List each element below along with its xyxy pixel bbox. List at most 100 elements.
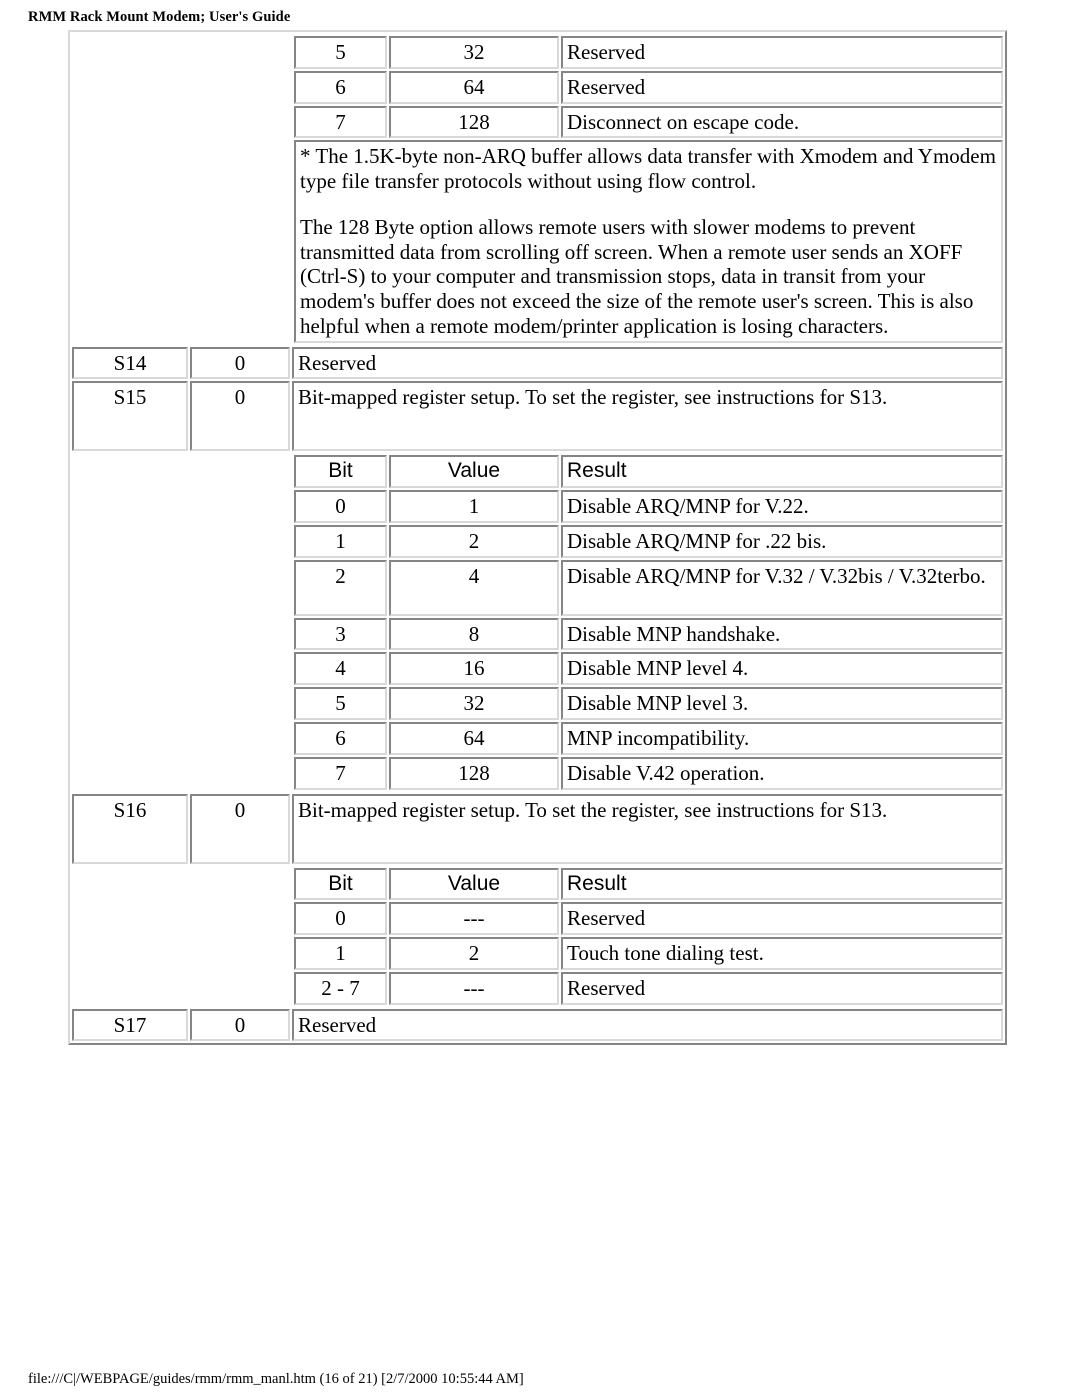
table-row: 1 2 Disable ARQ/MNP for .22 bis. xyxy=(294,524,1003,558)
spacer-cell xyxy=(72,866,188,1007)
bit-number: 7 xyxy=(294,105,387,139)
table-row: 7 128 Disconnect on escape code. xyxy=(294,105,1003,139)
column-header-result: Result xyxy=(561,455,1003,489)
table-row: * The 1.5K-byte non-ARQ buffer allows da… xyxy=(294,140,1003,343)
bit-result: Reserved xyxy=(561,36,1003,69)
bit-value: 32 xyxy=(389,687,559,721)
table-row: 6 64 Reserved xyxy=(294,70,1003,104)
table-row-s17: S17 0 Reserved xyxy=(72,1008,1003,1042)
bit-value: 32 xyxy=(389,36,559,69)
table-row: 1 2 Touch tone dialing test. xyxy=(294,937,1003,970)
bit-value: 4 xyxy=(389,559,559,616)
bit-value: --- xyxy=(389,902,559,936)
bit-result: Reserved xyxy=(561,971,1003,1005)
bit-result: Disable MNP level 3. xyxy=(561,687,1003,721)
register-table-container: 5 32 Reserved 6 64 Reserved 7 128 Discon… xyxy=(68,30,1007,1046)
column-header-result: Result xyxy=(561,867,1003,901)
spacer-cell xyxy=(190,34,290,345)
bit-value: 16 xyxy=(389,652,559,686)
bit-result: Disable ARQ/MNP for .22 bis. xyxy=(561,524,1003,558)
bit-result: Reserved xyxy=(561,902,1003,936)
page-running-header: RMM Rack Mount Modem; User's Guide xyxy=(28,9,291,25)
spacer-cell xyxy=(72,453,188,791)
table-row-s16: S16 0 Bit-mapped register setup. To set … xyxy=(72,793,1003,864)
bit-number: 2 - 7 xyxy=(294,971,387,1005)
s16-bit-table: Bit Value Result 0 --- Reserved 1 2 Touc… xyxy=(292,865,1005,1007)
s16-bit-table-holder: Bit Value Result 0 --- Reserved 1 2 Touc… xyxy=(292,865,1005,1007)
bit-number: 2 xyxy=(294,559,387,616)
table-row-s14: S14 0 Reserved xyxy=(72,346,1003,380)
bit-result: MNP incompatibility. xyxy=(561,722,1003,755)
s13-tail-holder: 5 32 Reserved 6 64 Reserved 7 128 Discon… xyxy=(292,34,1005,345)
bit-result: Disable ARQ/MNP for V.32 / V.32bis / V.3… xyxy=(561,559,1003,616)
column-header-value: Value xyxy=(389,455,559,489)
bit-value: 2 xyxy=(389,524,559,558)
bit-value: 1 xyxy=(389,490,559,523)
column-header-bit: Bit xyxy=(294,867,387,901)
bit-number: 5 xyxy=(294,36,387,69)
register-default-s16: 0 xyxy=(190,793,290,864)
register-name-s17: S17 xyxy=(72,1008,188,1042)
bit-value: 2 xyxy=(389,937,559,970)
register-description-s17: Reserved xyxy=(292,1008,1003,1042)
table-row: 2 4 Disable ARQ/MNP for V.32 / V.32bis /… xyxy=(294,559,1003,616)
table-row: 6 64 MNP incompatibility. xyxy=(294,722,1003,755)
spacer-cell xyxy=(190,453,290,791)
table-row: 7 128 Disable V.42 operation. xyxy=(294,756,1003,790)
table-row: 0 1 Disable ARQ/MNP for V.22. xyxy=(294,490,1003,523)
bit-number: 7 xyxy=(294,756,387,790)
bit-result: Disable MNP handshake. xyxy=(561,617,1003,651)
bit-value: --- xyxy=(389,971,559,1005)
s13-tail-bit-table: 5 32 Reserved 6 64 Reserved 7 128 Discon… xyxy=(292,34,1005,345)
register-name-s14: S14 xyxy=(72,346,188,380)
table-row: 2 - 7 --- Reserved xyxy=(294,971,1003,1005)
footnote-paragraph-1: * The 1.5K-byte non-ARQ buffer allows da… xyxy=(300,144,996,194)
column-header-bit: Bit xyxy=(294,455,387,489)
table-row: 5 32 Reserved xyxy=(294,36,1003,69)
s-register-table: 5 32 Reserved 6 64 Reserved 7 128 Discon… xyxy=(68,30,1007,1046)
table-row: 5 32 Disable MNP level 3. xyxy=(294,687,1003,721)
register-default-s14: 0 xyxy=(190,346,290,380)
s-register-table-body: 5 32 Reserved 6 64 Reserved 7 128 Discon… xyxy=(72,34,1005,1042)
table-row: 3 8 Disable MNP handshake. xyxy=(294,617,1003,651)
bit-value: 128 xyxy=(389,105,559,139)
table-row-s15: S15 0 Bit-mapped register setup. To set … xyxy=(72,381,1003,452)
register-description-s14: Reserved xyxy=(292,346,1003,380)
bit-number: 6 xyxy=(294,70,387,104)
bit-result: Disable V.42 operation. xyxy=(561,756,1003,790)
bit-result: Disable MNP level 4. xyxy=(561,652,1003,686)
table-row: 4 16 Disable MNP level 4. xyxy=(294,652,1003,686)
footnote-paragraph-2: The 128 Byte option allows remote users … xyxy=(300,214,974,338)
column-header-value: Value xyxy=(389,867,559,901)
bit-result: Disconnect on escape code. xyxy=(561,105,1003,139)
bit-number: 6 xyxy=(294,722,387,755)
register-default-s15: 0 xyxy=(190,381,290,452)
bit-value: 128 xyxy=(389,756,559,790)
s15-bit-table-holder: Bit Value Result 0 1 Disable ARQ/MNP for… xyxy=(292,453,1005,792)
spacer-cell xyxy=(190,866,290,1007)
table-row: Bit Value Result 0 1 Disable ARQ/MNP for… xyxy=(72,453,1005,792)
register-description-s15: Bit-mapped register setup. To set the re… xyxy=(292,381,1003,452)
bit-number: 0 xyxy=(294,902,387,936)
table-header-row: Bit Value Result xyxy=(294,867,1003,901)
table-row: 0 --- Reserved xyxy=(294,902,1003,936)
bit-number: 5 xyxy=(294,687,387,721)
bit-result: Touch tone dialing test. xyxy=(561,937,1003,970)
s13-footnote-cell: * The 1.5K-byte non-ARQ buffer allows da… xyxy=(294,140,1003,343)
s15-bit-table: Bit Value Result 0 1 Disable ARQ/MNP for… xyxy=(292,453,1005,792)
table-row: Bit Value Result 0 --- Reserved 1 2 Touc… xyxy=(72,865,1005,1007)
register-description-s16: Bit-mapped register setup. To set the re… xyxy=(292,793,1003,864)
bit-value: 64 xyxy=(389,70,559,104)
table-row: 5 32 Reserved 6 64 Reserved 7 128 Discon… xyxy=(72,34,1005,345)
bit-number: 4 xyxy=(294,652,387,686)
bit-value: 8 xyxy=(389,617,559,651)
register-name-s15: S15 xyxy=(72,381,188,452)
bit-number: 1 xyxy=(294,937,387,970)
table-header-row: Bit Value Result xyxy=(294,455,1003,489)
page-running-footer: file:///C|/WEBPAGE/guides/rmm/rmm_manl.h… xyxy=(28,1371,524,1387)
spacer-cell xyxy=(72,34,188,345)
bit-number: 0 xyxy=(294,490,387,523)
bit-number: 1 xyxy=(294,524,387,558)
bit-value: 64 xyxy=(389,722,559,755)
bit-result: Disable ARQ/MNP for V.22. xyxy=(561,490,1003,523)
